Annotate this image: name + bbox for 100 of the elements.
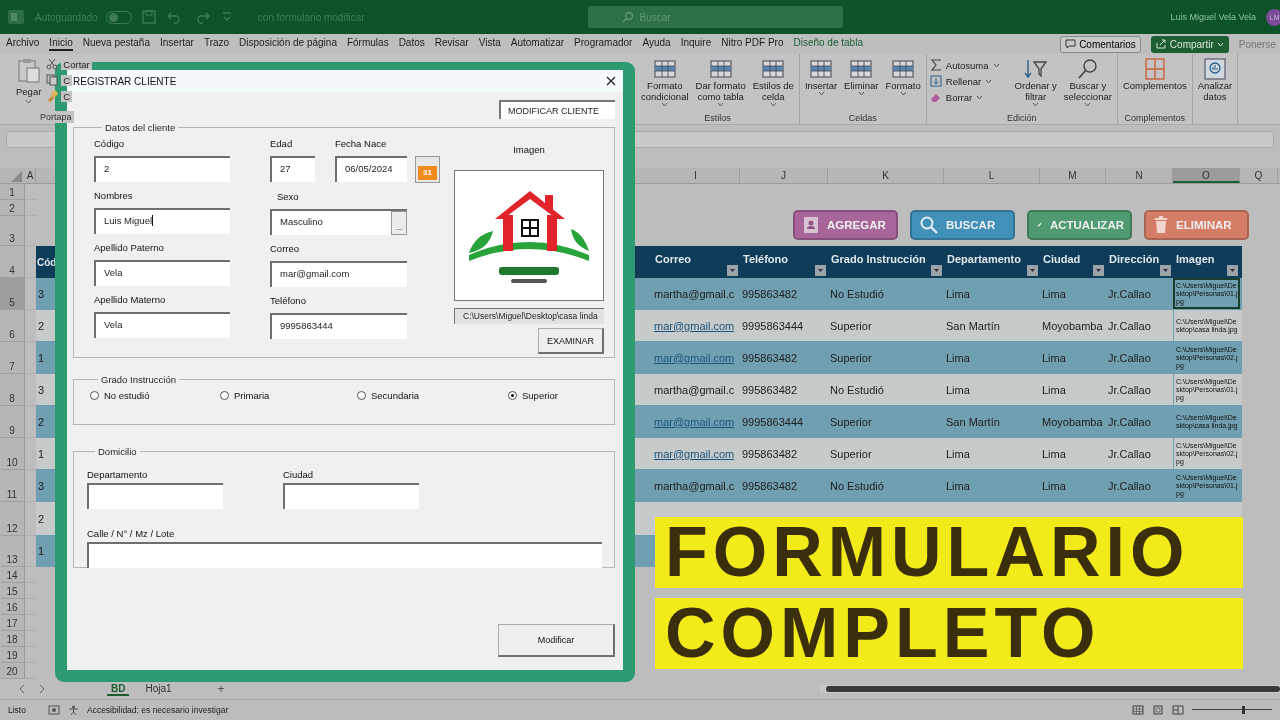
- submit-button[interactable]: Modificar: [498, 624, 615, 657]
- menu-tab[interactable]: Trazo: [203, 37, 230, 51]
- close-icon[interactable]: [606, 76, 616, 86]
- image-path-field[interactable]: C:\Users\Miguel\Desktop\casa linda: [454, 308, 604, 324]
- menu-tab[interactable]: Inicio: [49, 37, 73, 51]
- copy-icon[interactable]: [46, 74, 59, 86]
- ribbon-button[interactable]: Autosuma: [929, 59, 1000, 71]
- accessibility-icon[interactable]: [67, 704, 79, 716]
- ribbon-button[interactable]: Dar formato como tabla: [693, 58, 748, 107]
- text-field[interactable]: 9995863444: [270, 313, 407, 339]
- action-button[interactable]: AGREGAR: [793, 210, 898, 240]
- ribbon-button[interactable]: Formato: [883, 58, 923, 96]
- next-sheet-icon[interactable]: [38, 684, 46, 694]
- filter-dropdown-icon[interactable]: [1027, 265, 1038, 276]
- radio-button[interactable]: [508, 391, 517, 400]
- menu-tab[interactable]: Revisar: [434, 37, 469, 51]
- column-letter[interactable]: I: [652, 168, 740, 183]
- text-field[interactable]: [283, 483, 419, 509]
- menu-tab[interactable]: Datos: [398, 37, 425, 51]
- filter-dropdown-icon[interactable]: [1093, 265, 1104, 276]
- date-field[interactable]: 06/05/2024: [335, 156, 407, 182]
- menu-tab[interactable]: Archivo: [6, 37, 40, 51]
- row-number[interactable]: 16: [0, 599, 25, 615]
- page-layout-icon[interactable]: [1152, 705, 1164, 715]
- menu-tab[interactable]: Vista: [478, 37, 501, 51]
- row-number[interactable]: 19: [0, 647, 25, 663]
- paste-label[interactable]: Pegar: [16, 86, 42, 97]
- menu-tab[interactable]: Inquire: [680, 37, 712, 51]
- ribbon-button[interactable]: Rellenar: [929, 75, 1000, 87]
- menu-tab[interactable]: Automatizar: [510, 37, 565, 51]
- ribbon-button[interactable]: Eliminar: [842, 58, 881, 96]
- row-number[interactable]: 3: [0, 216, 25, 246]
- column-letter[interactable]: M: [1040, 168, 1106, 183]
- row-number[interactable]: 17: [0, 615, 25, 631]
- normal-view-icon[interactable]: [1132, 705, 1144, 715]
- row-number[interactable]: 15: [0, 583, 25, 599]
- ribbon-button[interactable]: Buscar y seleccionar: [1061, 58, 1114, 107]
- text-field[interactable]: mar@gmail.com: [270, 261, 407, 287]
- row-number[interactable]: 10: [0, 438, 25, 470]
- menu-tab[interactable]: Programador: [574, 37, 633, 51]
- page-break-icon[interactable]: [1172, 705, 1184, 715]
- row-number[interactable]: 5: [0, 278, 25, 310]
- ribbon-button[interactable]: Insertar: [802, 58, 840, 96]
- menu-tab[interactable]: Insertar: [160, 37, 194, 51]
- zoom-thumb[interactable]: [1242, 706, 1246, 714]
- text-field[interactable]: 2: [94, 156, 230, 182]
- text-field[interactable]: Luis Miguel: [94, 208, 230, 234]
- add-sheet-button[interactable]: +: [217, 682, 225, 696]
- browse-button[interactable]: EXAMINAR: [538, 328, 604, 354]
- comments-button[interactable]: Comentarios: [1060, 35, 1141, 53]
- filter-dropdown-icon[interactable]: [1227, 265, 1238, 276]
- zoom-slider[interactable]: [1192, 705, 1272, 715]
- picker-button[interactable]: ...: [391, 211, 407, 235]
- row-number[interactable]: 14: [0, 567, 25, 583]
- accessibility-status[interactable]: Accesibilidad: es necesario investigar: [86, 705, 229, 715]
- previous-sheet-icon[interactable]: [18, 684, 26, 694]
- row-number[interactable]: 8: [0, 374, 25, 406]
- column-letter[interactable]: O: [1173, 168, 1240, 183]
- clipboard-action[interactable]: C: [61, 90, 73, 102]
- caret-icon[interactable]: [25, 99, 33, 104]
- row-number[interactable]: 11: [0, 470, 25, 502]
- dropdown-field[interactable]: Masculino ...: [270, 209, 407, 235]
- ribbon-button[interactable]: Complementos: [1120, 58, 1189, 91]
- text-field[interactable]: [87, 483, 223, 509]
- row-number[interactable]: 12: [0, 502, 25, 536]
- share-button[interactable]: Compartir: [1150, 35, 1229, 53]
- row-number[interactable]: 7: [0, 342, 25, 374]
- ribbon-button[interactable]: Borrar: [929, 91, 1000, 103]
- row-number[interactable]: 1: [0, 184, 25, 200]
- text-field[interactable]: Vela: [94, 260, 230, 286]
- ribbon-button[interactable]: Estilos de celda: [750, 58, 796, 107]
- menu-tab[interactable]: Disposición de página: [239, 37, 337, 51]
- row-number[interactable]: 18: [0, 631, 25, 647]
- radio-label[interactable]: Primaria: [234, 390, 270, 401]
- column-letter[interactable]: Q: [1240, 168, 1278, 183]
- column-letter[interactable]: K: [828, 168, 944, 183]
- row-number[interactable]: 9: [0, 406, 25, 438]
- menu-tab[interactable]: Nueva pestaña: [82, 37, 150, 51]
- text-field[interactable]: [87, 542, 602, 568]
- filter-dropdown-icon[interactable]: [1160, 265, 1171, 276]
- filter-dropdown-icon[interactable]: [931, 265, 942, 276]
- radio-button[interactable]: [357, 391, 366, 400]
- radio-label[interactable]: Superior: [522, 390, 558, 401]
- menu-tab[interactable]: Fórmulas: [346, 37, 389, 51]
- radio-label[interactable]: No estudió: [104, 390, 150, 401]
- row-number[interactable]: 2: [0, 200, 25, 216]
- column-letter[interactable]: A: [25, 168, 36, 183]
- text-field[interactable]: Vela: [94, 312, 230, 338]
- filter-dropdown-icon[interactable]: [727, 265, 738, 276]
- clipboard-icon[interactable]: [16, 58, 41, 84]
- row-number[interactable]: 4: [0, 246, 25, 278]
- ribbon-button[interactable]: Ordenar y filtrar: [1012, 58, 1059, 107]
- scissors-icon[interactable]: [46, 58, 59, 70]
- row-number[interactable]: 6: [0, 310, 25, 342]
- menu-tab[interactable]: Nitro PDF Pro: [721, 37, 784, 51]
- macro-icon[interactable]: [47, 705, 60, 715]
- ribbon-button[interactable]: Analizar datos: [1195, 58, 1235, 102]
- column-letter[interactable]: L: [944, 168, 1040, 183]
- filter-dropdown-icon[interactable]: [815, 265, 826, 276]
- column-letter[interactable]: J: [740, 168, 828, 183]
